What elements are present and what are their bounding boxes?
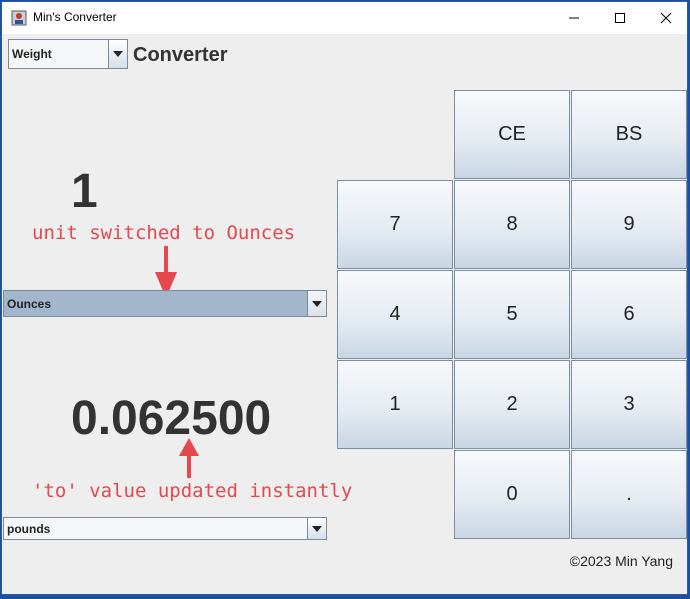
key-8-button[interactable]: 8	[454, 180, 570, 269]
key-7-button[interactable]: 7	[337, 180, 453, 269]
close-icon	[660, 12, 672, 24]
maximize-icon	[615, 13, 625, 23]
to-unit-select-value: pounds	[7, 521, 51, 536]
key-9-button[interactable]: 9	[571, 180, 687, 269]
from-unit-select-value: Ounces	[7, 296, 52, 311]
category-select-value: Weight	[12, 47, 52, 61]
minimize-button[interactable]	[551, 2, 597, 34]
minimize-icon	[569, 17, 579, 19]
app-window: Min's Converter Weight Converter 1 unit …	[1, 1, 688, 595]
clear-entry-button[interactable]: CE	[454, 90, 570, 179]
key-2-button[interactable]: 2	[454, 360, 570, 449]
annotation-arrow-up-icon	[179, 438, 199, 478]
backspace-button[interactable]: BS	[571, 90, 687, 179]
key-6-button[interactable]: 6	[571, 270, 687, 359]
key-4-button[interactable]: 4	[337, 270, 453, 359]
maximize-button[interactable]	[597, 2, 643, 34]
copyright-text: ©2023 Min Yang	[569, 553, 673, 569]
to-unit-select[interactable]: pounds	[3, 517, 327, 540]
page-title: Converter	[133, 44, 228, 66]
close-button[interactable]	[643, 2, 687, 34]
key-0-button[interactable]: 0	[454, 450, 570, 539]
chevron-down-icon[interactable]	[307, 291, 326, 316]
key-5-button[interactable]: 5	[454, 270, 570, 359]
from-value-display: 1	[71, 165, 98, 218]
key-3-button[interactable]: 3	[571, 360, 687, 449]
window-title: Min's Converter	[33, 10, 117, 24]
title-bar[interactable]: Min's Converter	[2, 2, 687, 34]
unit-switch-annotation: unit switched to Ounces	[32, 222, 296, 244]
chevron-down-icon[interactable]	[108, 40, 127, 68]
app-icon	[11, 10, 27, 26]
key-1-button[interactable]: 1	[337, 360, 453, 449]
category-select[interactable]: Weight	[8, 39, 128, 69]
from-unit-select[interactable]: Ounces	[3, 290, 327, 317]
to-value-display: 0.062500	[71, 392, 272, 445]
decimal-point-button[interactable]: .	[571, 450, 687, 539]
value-update-annotation: 'to' value updated instantly	[32, 480, 353, 502]
chevron-down-icon[interactable]	[307, 518, 326, 539]
